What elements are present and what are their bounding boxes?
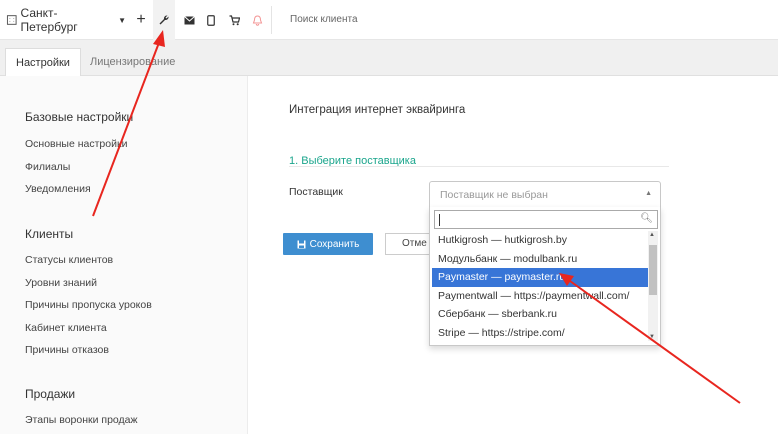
provider-dropdown: 🔍︎ Hutkigrosh — hutkigrosh.by Модульбанк…: [429, 207, 661, 346]
tab-licensing[interactable]: Лицензирование: [80, 48, 185, 76]
save-button[interactable]: Сохранить: [283, 233, 373, 255]
building-icon: [6, 15, 17, 25]
phone-icon: [207, 14, 215, 26]
scrollbar-thumb[interactable]: [649, 245, 657, 295]
cart-button[interactable]: [223, 0, 245, 40]
sidebar-item-main-settings[interactable]: Основные настройки: [25, 138, 127, 150]
cart-icon: [229, 14, 240, 25]
provider-option-paymaster[interactable]: Paymaster — paymaster.ru: [432, 268, 648, 287]
provider-select[interactable]: Поставщик не выбран ▲: [429, 181, 661, 208]
envelope-icon: [183, 15, 195, 24]
settings-button[interactable]: [153, 0, 175, 40]
sidebar-heading-sales: Продажи: [25, 387, 76, 401]
provider-select-placeholder: Поставщик не выбран: [440, 189, 548, 201]
tab-bar: Настройки Лицензирование: [0, 40, 778, 77]
floppy-icon: [297, 240, 306, 248]
mobile-button[interactable]: [200, 0, 222, 40]
dropdown-scrollbar[interactable]: ▲ ▼: [648, 231, 658, 341]
add-button[interactable]: +: [130, 0, 152, 40]
scroll-down-icon[interactable]: ▼: [649, 334, 655, 340]
sidebar-heading-basic: Базовые настройки: [25, 110, 134, 124]
sidebar-item-sales-funnel[interactable]: Этапы воронки продаж: [25, 414, 138, 426]
settings-sidebar: Базовые настройки Основные настройки Фил…: [0, 76, 248, 434]
plus-icon: +: [136, 11, 146, 28]
provider-search-input[interactable]: 🔍︎: [434, 210, 658, 229]
provider-option-paymentwall[interactable]: Paymentwall — https://paymentwall.com/: [432, 287, 648, 306]
step-divider: [289, 166, 669, 167]
provider-option-hutkigrosh[interactable]: Hutkigrosh — hutkigrosh.by: [432, 231, 648, 250]
chevron-down-icon: ▼: [118, 15, 126, 25]
wrench-icon: [159, 15, 169, 25]
sidebar-heading-clients: Клиенты: [25, 227, 74, 241]
scroll-up-icon[interactable]: ▲: [649, 232, 655, 238]
bell-icon: [252, 14, 262, 26]
provider-option-stripe[interactable]: Stripe — https://stripe.com/: [432, 324, 648, 342]
messages-button[interactable]: [178, 0, 200, 40]
search-icon: 🔍︎: [640, 213, 653, 224]
tab-settings[interactable]: Настройки: [5, 48, 81, 77]
provider-option-sberbank[interactable]: Сбербанк — sberbank.ru: [432, 305, 648, 324]
provider-options-list: Hutkigrosh — hutkigrosh.by Модульбанк — …: [432, 231, 648, 341]
top-bar: Санкт-Петербург ▼ + Поиск клиента: [0, 0, 778, 40]
text-cursor: [439, 214, 440, 226]
client-search-input[interactable]: Поиск клиента: [290, 0, 358, 40]
sidebar-item-branches[interactable]: Филиалы: [25, 161, 70, 173]
city-name: Санкт-Петербург: [20, 6, 78, 34]
provider-label: Поставщик: [289, 186, 343, 198]
sidebar-item-notifications[interactable]: Уведомления: [25, 183, 91, 195]
sidebar-item-knowledge-levels[interactable]: Уровни знаний: [25, 277, 97, 289]
sidebar-item-client-cabinet[interactable]: Кабинет клиента: [25, 322, 107, 334]
toolbar-divider: [271, 6, 272, 34]
sidebar-item-client-statuses[interactable]: Статусы клиентов: [25, 254, 113, 266]
city-selector[interactable]: Санкт-Петербург ▼: [6, 0, 126, 40]
caret-up-icon: ▲: [645, 190, 652, 197]
page-title: Интеграция интернет эквайринга: [289, 104, 466, 116]
cancel-button[interactable]: Отме: [385, 233, 429, 255]
notifications-button[interactable]: [245, 0, 269, 40]
cancel-button-label: Отме: [402, 238, 427, 249]
provider-option-modulbank[interactable]: Модульбанк — modulbank.ru: [432, 250, 648, 269]
save-button-label: Сохранить: [309, 238, 360, 250]
sidebar-item-absence-reasons[interactable]: Причины пропуска уроков: [25, 299, 152, 311]
sidebar-item-refusal-reasons[interactable]: Причины отказов: [25, 344, 109, 356]
